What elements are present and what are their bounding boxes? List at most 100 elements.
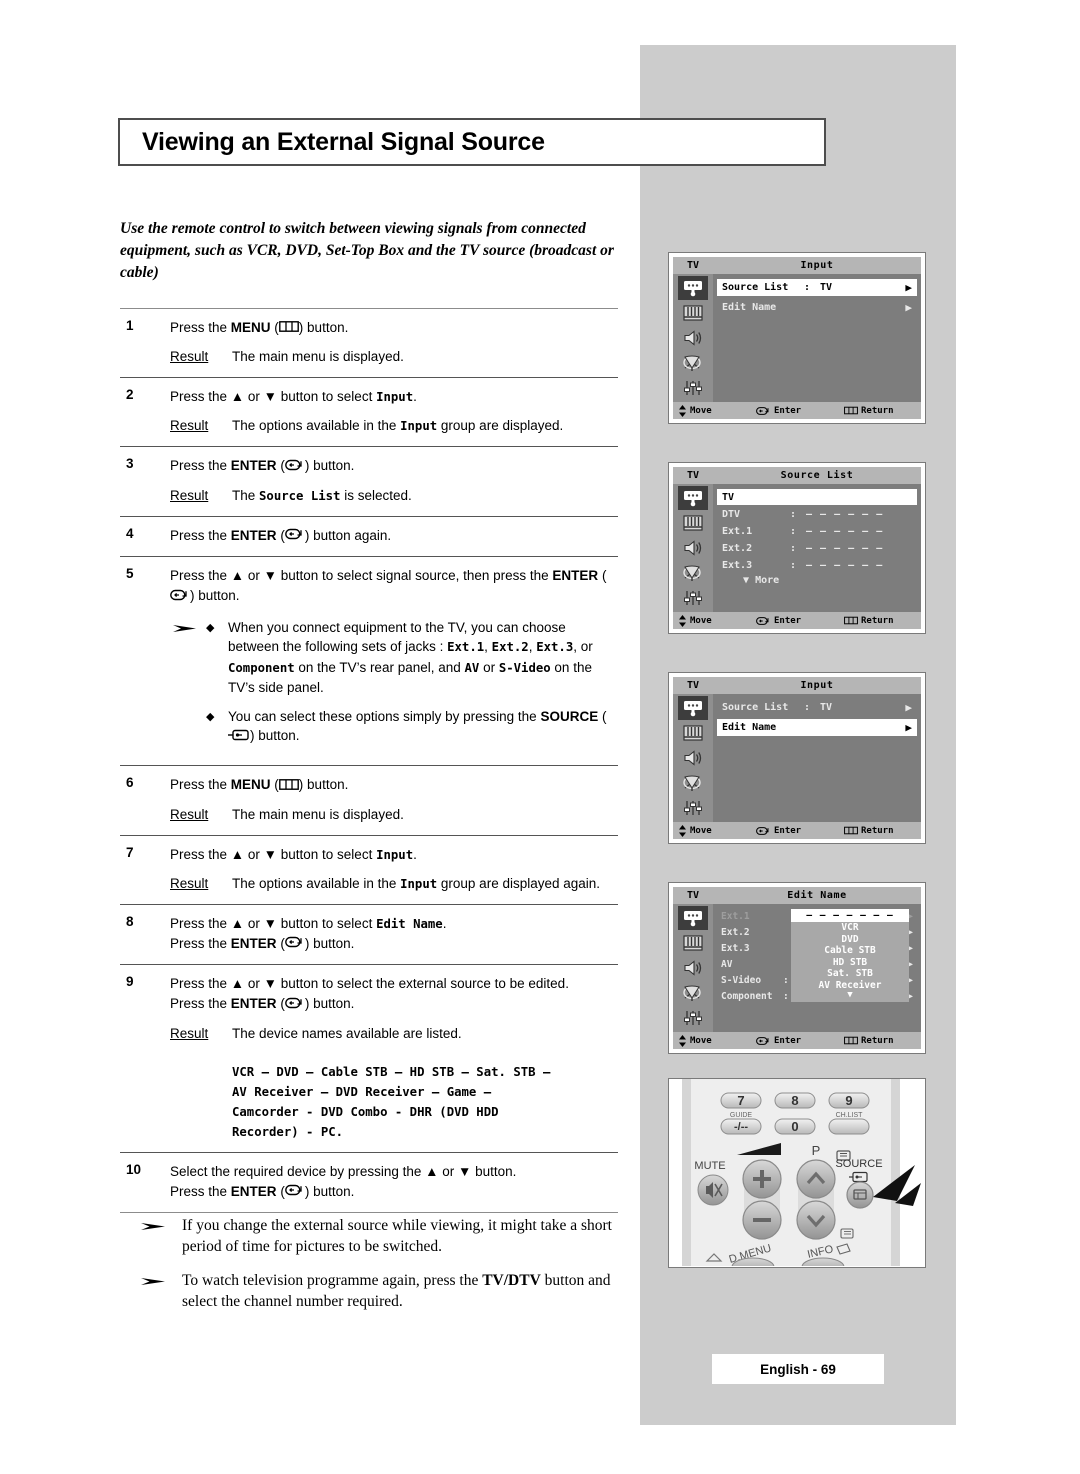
setup-sliders-icon[interactable]: [678, 1006, 708, 1030]
step-7: 7 Press the ▲ or ▼ button to select Inpu…: [120, 836, 618, 904]
osd-row-label: Ext.2: [721, 927, 750, 938]
osd-tv-label: TV: [673, 257, 713, 274]
picture-icon[interactable]: [678, 511, 708, 535]
step-text: Press the: [170, 320, 231, 335]
osd-row-source-list[interactable]: Source List : TV ▶: [717, 279, 917, 296]
osd-row-edit-name[interactable]: Edit Name ▶: [717, 299, 917, 316]
edit-name-term: Edit Name: [376, 916, 443, 931]
remote-channel-up-button: [796, 1159, 836, 1199]
diamond-bullet-icon: ◆: [206, 710, 215, 723]
sound-speaker-icon[interactable]: [678, 956, 708, 980]
osd-source-ext1[interactable]: Ext.1 : – – – – – –: [717, 523, 917, 539]
osd-row-edit-name[interactable]: Edit Name ▶: [717, 719, 917, 736]
osd-row-label: Component: [721, 991, 773, 1002]
input-term: Input: [400, 419, 438, 434]
osd-return-hint: Return: [844, 826, 894, 836]
osd-source-ext3[interactable]: Ext.3 : – – – – – –: [717, 557, 917, 573]
step-number: 4: [126, 525, 134, 541]
dropdown-item-sat-stb[interactable]: Sat. STB: [791, 968, 909, 980]
osd-source-tv[interactable]: TV: [717, 489, 917, 505]
picture-icon[interactable]: [678, 721, 708, 745]
step-4: 4 Press the ENTER () button again.: [120, 517, 618, 556]
step-text-post: button.: [303, 777, 349, 793]
tvdtv-key-label: TV/DTV: [482, 1272, 541, 1289]
osd-row-dashes: – – – – – –: [806, 525, 884, 537]
osd-source-dtv[interactable]: DTV : – – – – – –: [717, 506, 917, 522]
result-text: The main menu is displayed.: [232, 806, 404, 822]
device-name-dropdown[interactable]: – – – – – – – VCR DVD Cable STB HD STB S…: [791, 909, 909, 1002]
osd-return-hint: Return: [844, 1036, 894, 1046]
step-1: 1 Press the MENU () button. Result The m…: [120, 309, 618, 377]
enter-key-label: ENTER: [230, 1183, 277, 1199]
osd-enter-hint: Enter: [756, 616, 844, 626]
osd-return-hint: Return: [844, 406, 894, 416]
osd-row-source-list[interactable]: Source List : TV ▶: [717, 699, 917, 716]
satellite-dish-icon[interactable]: [678, 561, 708, 585]
dropdown-item-dvd[interactable]: DVD: [791, 934, 909, 946]
remote-svg: 7 8 9 GUIDE CH.LIST -/-- 0 MUTE P SOURCE…: [669, 1079, 924, 1266]
sound-speaker-icon[interactable]: [678, 326, 708, 350]
input-plug-icon[interactable]: [678, 276, 708, 300]
intro-paragraph: Use the remote control to switch between…: [120, 220, 614, 281]
osd-source-ext2[interactable]: Ext.2 : – – – – – –: [717, 540, 917, 556]
step-10: 10 Select the required device by pressin…: [120, 1153, 618, 1212]
remote-label-mute: MUTE: [694, 1160, 725, 1172]
osd-row-label: Ext.3: [722, 559, 753, 571]
osd-row-label: AV: [721, 959, 733, 970]
osd-tv-label: TV: [673, 887, 713, 904]
step-8: 8 Press the ▲ or ▼ button to select Edit…: [120, 905, 618, 964]
osd-enter-hint: Enter: [756, 1036, 844, 1046]
page-title-box: Viewing an External Signal Source: [118, 118, 826, 166]
remote-label-p: P: [812, 1143, 821, 1158]
menu-icon: [844, 406, 858, 415]
osd-row-value: TV: [820, 282, 833, 293]
step-text: Press the ▲ or ▼ button to select: [170, 389, 377, 405]
input-plug-icon[interactable]: [678, 906, 708, 930]
dropdown-item-cable-stb[interactable]: Cable STB: [791, 945, 909, 957]
note-arrow-icon: [172, 621, 198, 636]
picture-icon[interactable]: [678, 301, 708, 325]
setup-sliders-icon[interactable]: [678, 376, 708, 400]
result-text-a: The options available in the: [232, 875, 401, 891]
enter-key-label: ENTER: [230, 458, 277, 474]
osd-enter-label: Enter: [774, 405, 802, 416]
osd-more-row[interactable]: ▼ More: [717, 575, 917, 586]
osd-row-label: TV: [722, 491, 735, 503]
setup-sliders-icon[interactable]: [678, 586, 708, 610]
chevron-right-icon: ▶: [905, 701, 912, 714]
sep: ,: [484, 639, 492, 655]
step-3: 3 Press the ENTER () button. Result The …: [120, 447, 618, 515]
osd-row-dashes: – – – – – –: [806, 508, 884, 520]
osd-return-label: Return: [861, 825, 894, 836]
sound-speaker-icon[interactable]: [678, 746, 708, 770]
menu-icon: [844, 826, 858, 835]
device-line: AV Receiver – DVD Receiver – Game –: [232, 1084, 492, 1099]
sound-speaker-icon[interactable]: [678, 536, 708, 560]
result-label: Result: [170, 806, 209, 822]
step-text-post: .: [442, 915, 447, 931]
osd-row-label: Source List: [722, 282, 789, 293]
osd-title: Edit Name: [713, 887, 921, 904]
osd-sidebar: [673, 904, 713, 1032]
satellite-dish-icon[interactable]: [678, 351, 708, 375]
osd-content: Source List : TV ▶ Edit Name ▶: [713, 274, 921, 402]
satellite-dish-icon[interactable]: [678, 981, 708, 1005]
dropdown-item-hd-stb[interactable]: HD STB: [791, 957, 909, 969]
chevron-right-icon: ▶: [905, 721, 912, 734]
dropdown-item-vcr[interactable]: VCR: [791, 922, 909, 934]
osd-row-label: Edit Name: [722, 302, 777, 313]
remote-number-buttons: 7 8 9: [720, 1092, 870, 1109]
chevron-down-icon[interactable]: ▼: [791, 991, 909, 1000]
satellite-dish-icon[interactable]: [678, 771, 708, 795]
osd-move-hint: Move: [678, 1034, 756, 1047]
source-list-term: Source List: [259, 488, 341, 503]
input-plug-icon[interactable]: [678, 696, 708, 720]
osd-move-hint: Move: [678, 614, 756, 627]
enter-icon: [756, 406, 769, 415]
setup-sliders-icon[interactable]: [678, 796, 708, 820]
av-term: AV: [464, 660, 480, 675]
osd-sidebar: [673, 484, 713, 612]
input-plug-icon[interactable]: [678, 486, 708, 510]
enter-icon: [284, 457, 305, 477]
picture-icon[interactable]: [678, 931, 708, 955]
